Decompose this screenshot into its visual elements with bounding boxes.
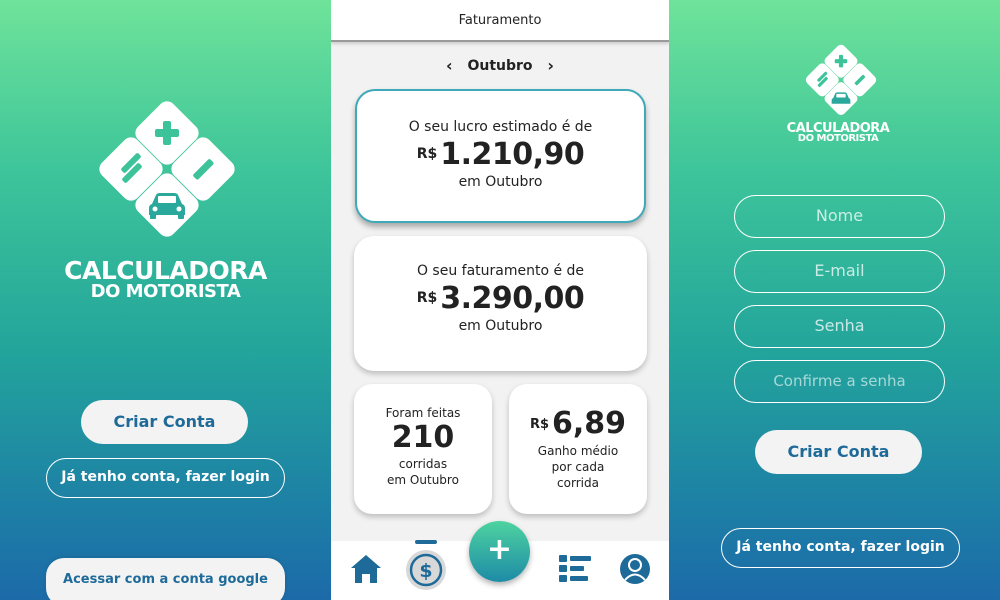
google-login-button[interactable]: Acessar com a conta google xyxy=(46,558,285,600)
name-field[interactable]: Nome xyxy=(734,195,945,238)
app-logo xyxy=(802,44,880,122)
dashboard-screen: Faturamento ‹ Outubro › O seu lucro esti… xyxy=(331,0,669,600)
login-button[interactable]: Já tenho conta, fazer login xyxy=(721,528,960,568)
average-line1: Ganho médio xyxy=(537,444,619,458)
profit-value: 1.210,90 xyxy=(440,137,585,172)
revenue-caption: O seu faturamento é de xyxy=(416,263,585,279)
average-value: 6,89 xyxy=(552,406,627,441)
rides-line1: corridas xyxy=(398,457,448,471)
chevron-right-icon[interactable]: › xyxy=(537,56,564,75)
profit-currency: R$ xyxy=(416,146,438,162)
logo-title-line1: CALCULADORA xyxy=(64,256,267,285)
logo-title-line2: DO MOTORISTA xyxy=(797,133,879,144)
average-earning-card[interactable]: R$ 6,89 Ganho médio por cada corrida xyxy=(509,384,647,514)
profit-suffix: em Outubro xyxy=(458,174,543,190)
rides-value: 210 xyxy=(391,420,455,455)
list-icon[interactable] xyxy=(559,555,591,583)
page-title: Faturamento xyxy=(331,0,669,42)
create-account-button[interactable]: Criar Conta xyxy=(81,400,248,444)
revenue-suffix: em Outubro xyxy=(458,318,543,334)
app-logo xyxy=(92,100,242,250)
create-account-button[interactable]: Criar Conta xyxy=(755,430,922,474)
revenue-currency: R$ xyxy=(416,290,438,306)
calculator-logo-icon xyxy=(805,44,877,116)
average-currency: R$ xyxy=(529,417,550,432)
rides-card[interactable]: Foram feitas 210 corridas em Outubro xyxy=(354,384,492,514)
login-button[interactable]: Já tenho conta, fazer login xyxy=(46,458,285,498)
svg-text:$: $ xyxy=(419,560,432,582)
chevron-left-icon[interactable]: ‹ xyxy=(436,56,463,75)
revenue-card[interactable]: O seu faturamento é de R$ 3.290,00 em Out… xyxy=(354,236,647,371)
calculator-logo-icon xyxy=(99,101,235,237)
profit-caption: O seu lucro estimado é de xyxy=(408,119,593,135)
average-line2: por cada xyxy=(551,460,605,474)
revenue-amount: R$ 3.290,00 xyxy=(354,281,647,316)
welcome-screen: CALCULADORA DO MOTORISTA Criar Conta Já … xyxy=(0,0,331,600)
add-icon: + xyxy=(486,532,513,567)
month-selector: ‹ Outubro › xyxy=(331,56,669,78)
profile-icon[interactable] xyxy=(619,553,651,585)
dollar-icon[interactable]: $ xyxy=(405,549,447,591)
rides-line2: em Outubro xyxy=(387,473,459,487)
profit-amount: R$ 1.210,90 xyxy=(357,137,644,172)
confirm-password-field[interactable]: Confirme a senha xyxy=(734,360,945,403)
email-field[interactable]: E-mail xyxy=(734,250,945,293)
home-icon[interactable] xyxy=(349,553,383,585)
average-amount: R$ 6,89 xyxy=(509,406,647,441)
average-line3: corrida xyxy=(557,476,599,490)
profit-card[interactable]: O seu lucro estimado é de R$ 1.210,90 em … xyxy=(355,89,646,223)
signup-screen: CALCULADORA DO MOTORISTA Nome E-mail Sen… xyxy=(669,0,1000,600)
rides-caption: Foram feitas xyxy=(385,406,461,420)
month-label: Outubro xyxy=(467,57,533,74)
add-button[interactable]: + xyxy=(469,521,530,582)
logo-title-line2: DO MOTORISTA xyxy=(90,281,241,302)
nav-active-indicator xyxy=(415,540,437,544)
revenue-value: 3.290,00 xyxy=(440,281,585,316)
password-field[interactable]: Senha xyxy=(734,305,945,348)
